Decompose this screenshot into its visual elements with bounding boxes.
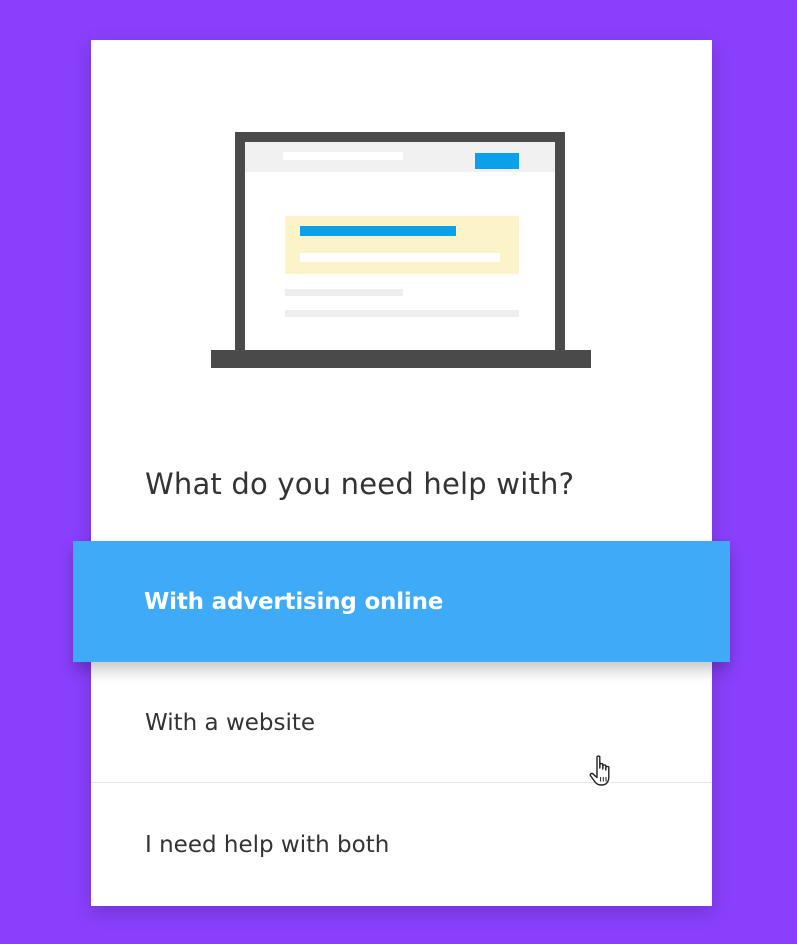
hand-pointer-icon [589,755,610,786]
option-label: I need help with both [145,832,390,858]
option-website[interactable]: With a website [91,663,712,783]
option-help-with-both[interactable]: I need help with both [91,784,712,906]
laptop-icon [211,132,591,368]
option-advertising-online[interactable]: With advertising online [73,541,730,662]
option-label: With advertising online [144,588,444,615]
highlight-box [285,216,519,274]
question-heading: What do you need help with? [145,467,575,501]
option-label: With a website [145,709,316,736]
browser-button-shape [475,153,519,169]
